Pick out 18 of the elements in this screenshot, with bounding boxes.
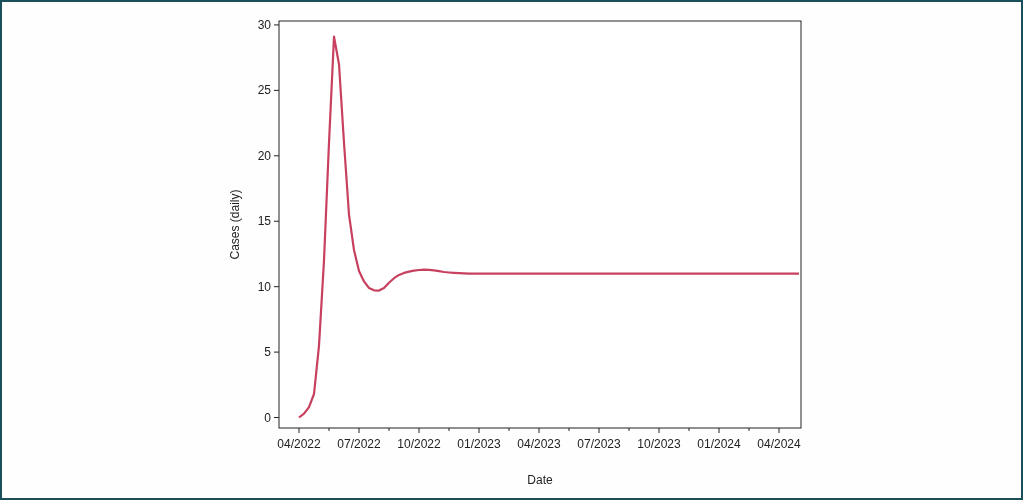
x-tick-label: 01/2024 — [697, 437, 741, 451]
y-tick-label: 25 — [257, 83, 271, 98]
x-tick-label: 01/2023 — [457, 437, 501, 451]
x-tick-label: 10/2023 — [637, 437, 681, 451]
x-tick-label: 04/2024 — [757, 437, 801, 451]
y-tick-label: 30 — [257, 17, 271, 32]
x-tick-label: 07/2023 — [577, 437, 621, 451]
y-tick-label: 5 — [264, 345, 271, 360]
x-axis-title: Date — [527, 473, 553, 487]
x-tick-label: 04/2022 — [277, 437, 321, 451]
x-tick-label: 10/2022 — [397, 437, 441, 451]
y-tick-label: 0 — [264, 410, 271, 425]
y-tick-label: 15 — [257, 214, 271, 229]
y-tick-label: 10 — [257, 279, 271, 294]
x-tick-label: 07/2022 — [337, 437, 381, 451]
y-tick-label: 20 — [257, 148, 271, 163]
x-tick-label: 04/2023 — [517, 437, 561, 451]
y-axis-title: Cases (daily) — [228, 189, 242, 260]
